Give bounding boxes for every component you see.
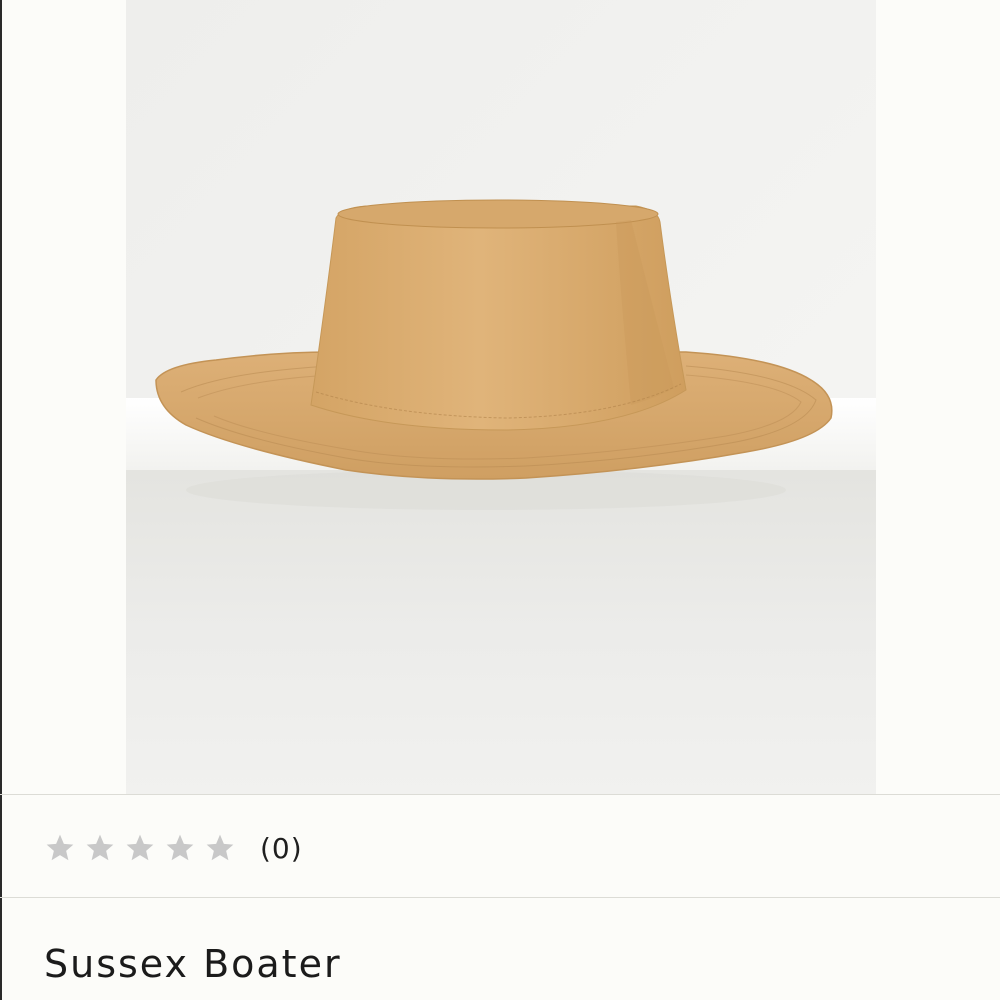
star-empty-icon: [126, 834, 154, 861]
window-edge: [0, 0, 2, 1000]
product-page: (0) Sussex Boater: [0, 0, 1000, 1000]
star-empty-icon: [206, 834, 234, 861]
product-image[interactable]: [126, 0, 876, 794]
divider-top: [0, 794, 1000, 795]
rating-summary[interactable]: (0): [44, 820, 303, 876]
hat-photo: [126, 0, 876, 794]
star-empty-icon: [166, 834, 194, 861]
divider-bottom: [0, 897, 1000, 898]
star-empty-icon: [46, 834, 74, 861]
star-empty-icon: [86, 834, 114, 861]
product-title: Sussex Boater: [44, 942, 342, 986]
review-count[interactable]: (0): [260, 832, 303, 865]
star-rating: [44, 832, 236, 864]
